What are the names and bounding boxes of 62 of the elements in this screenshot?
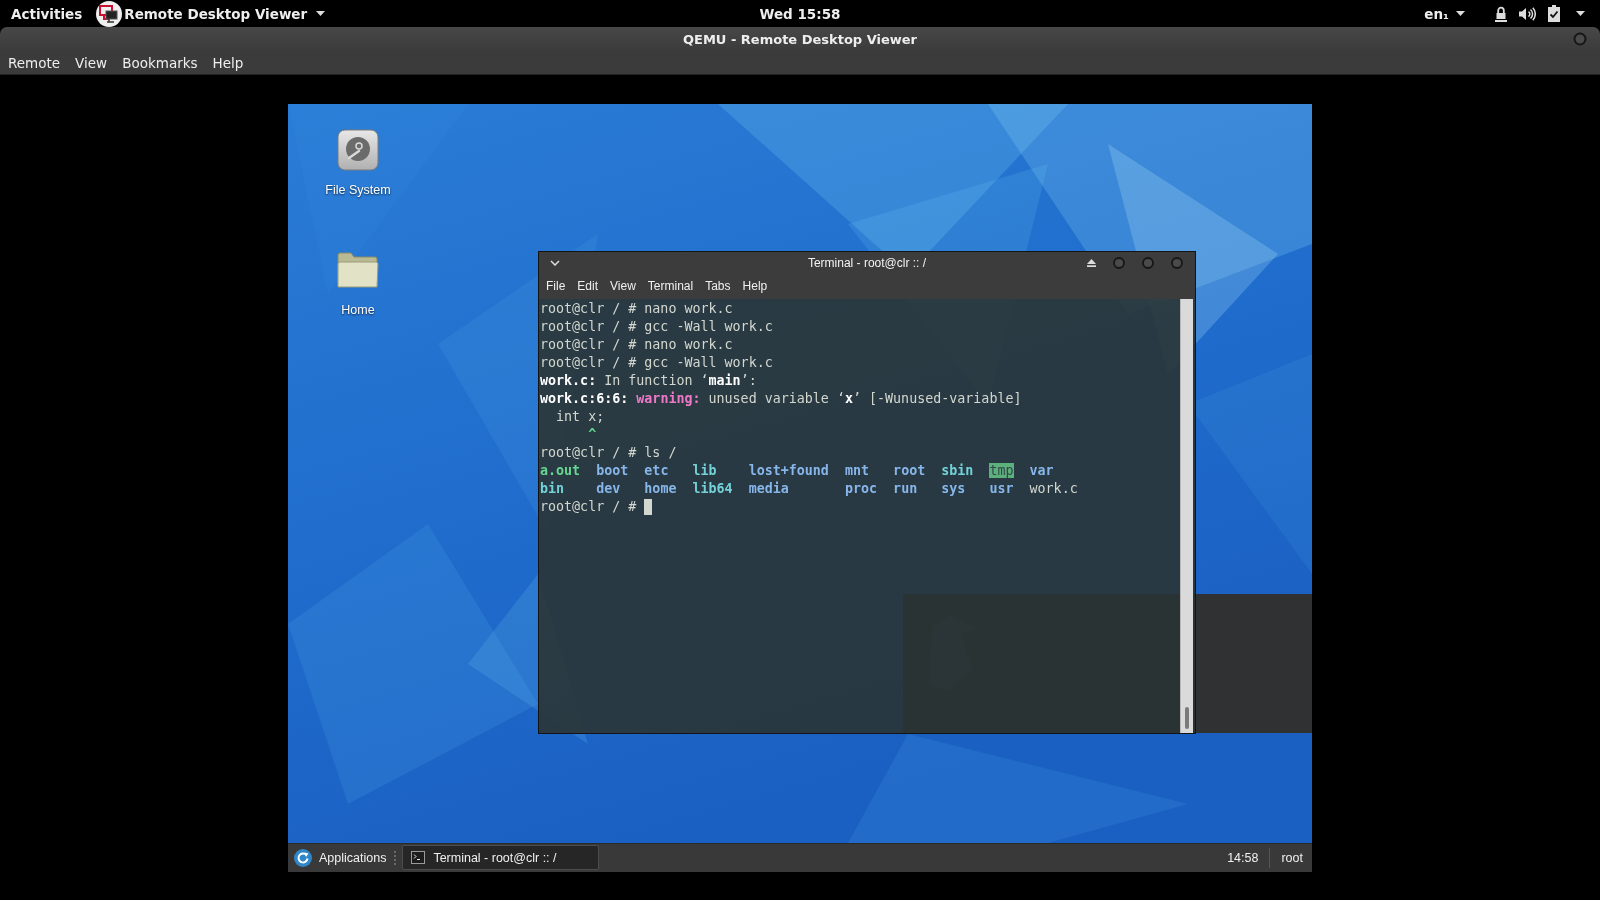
file-name: a.out <box>540 462 581 478</box>
menu-item[interactable]: Edit <box>577 279 599 293</box>
terminal-line: root@clr / # nano work.c <box>540 335 733 354</box>
file-name: sys <box>941 480 966 496</box>
file-name: home <box>644 480 677 496</box>
prompt-text: root@clr / # <box>540 497 637 516</box>
desktop-shortcut[interactable]: File System <box>325 128 391 197</box>
battery-icon <box>1548 5 1560 22</box>
terminal-line: work.c:6:6: warning: unused variable ‘x’ [-Wunused-variable] <box>540 389 1022 408</box>
menu-item[interactable]: Help <box>212 54 244 71</box>
clock-button[interactable]: Wed 15:58 <box>759 0 841 27</box>
terminal-line: root@clr / # nano work.c <box>540 299 733 318</box>
taskbar-window-button[interactable]: Terminal - root@clr :: / <box>402 845 600 870</box>
file-name: work.c <box>1029 480 1078 496</box>
menu-item[interactable]: Terminal <box>647 279 694 293</box>
menu-item[interactable]: View <box>610 279 636 293</box>
terminal-line: root@clr / # gcc -Wall work.c <box>540 353 773 372</box>
caret-icon <box>1456 11 1465 16</box>
activities-button[interactable]: Activities <box>11 0 83 27</box>
window-title: Terminal - root@clr :: / <box>807 255 927 270</box>
file-name: mnt <box>844 462 870 478</box>
terminal-line: root@clr / # ls / <box>540 443 677 462</box>
menu-item[interactable]: Bookmarks <box>122 54 198 71</box>
window-button[interactable] <box>1573 32 1587 46</box>
file-name: lib <box>692 462 717 478</box>
terminal-line: ^ <box>587 425 597 444</box>
folder-icon <box>337 251 379 288</box>
terminal-line: work.c: In function ‘main’: <box>540 371 757 390</box>
menu-item[interactable]: Remote <box>8 54 61 71</box>
app-menu-button[interactable]: Remote Desktop Viewer <box>96 0 326 27</box>
monitor-icon <box>96 0 123 27</box>
desktop-shortcut[interactable]: Home <box>337 248 379 317</box>
file-name: usr <box>989 480 1014 496</box>
file-name: tmp <box>989 462 1014 478</box>
file-name: bin <box>540 480 565 496</box>
file-name: root <box>893 462 926 478</box>
keyboard-layout-button[interactable]: en₁ <box>1424 0 1465 27</box>
clock-button[interactable]: 14:58 <box>1227 850 1259 865</box>
hard-drive-icon <box>337 128 379 171</box>
lock-icon <box>1495 5 1507 22</box>
menu-item[interactable]: File <box>546 279 566 293</box>
caret-icon <box>1576 11 1585 16</box>
terminal-line: root@clr / # gcc -Wall work.c <box>540 317 773 336</box>
file-name: proc <box>844 480 878 496</box>
terminal-line: int x; <box>555 407 605 426</box>
file-name: lib64 <box>692 480 733 496</box>
file-name: sbin <box>941 462 974 478</box>
menu-item[interactable]: View <box>75 54 108 71</box>
volume-icon <box>1519 6 1536 21</box>
caret-icon <box>316 11 326 16</box>
chevron-down-icon[interactable] <box>550 259 560 266</box>
file-name: lost+found <box>748 462 829 478</box>
file-name: etc <box>644 462 669 478</box>
window-title: QEMU - Remote Desktop Viewer <box>682 31 917 47</box>
file-name: run <box>893 480 918 496</box>
file-name: var <box>1029 462 1054 478</box>
terminal-icon <box>411 851 426 864</box>
file-name: dev <box>596 480 621 496</box>
file-name: media <box>748 480 789 496</box>
applications-menu-button[interactable]: Applications <box>294 845 387 870</box>
user-menu-button[interactable]: root <box>1281 850 1303 865</box>
file-name: boot <box>596 462 629 478</box>
